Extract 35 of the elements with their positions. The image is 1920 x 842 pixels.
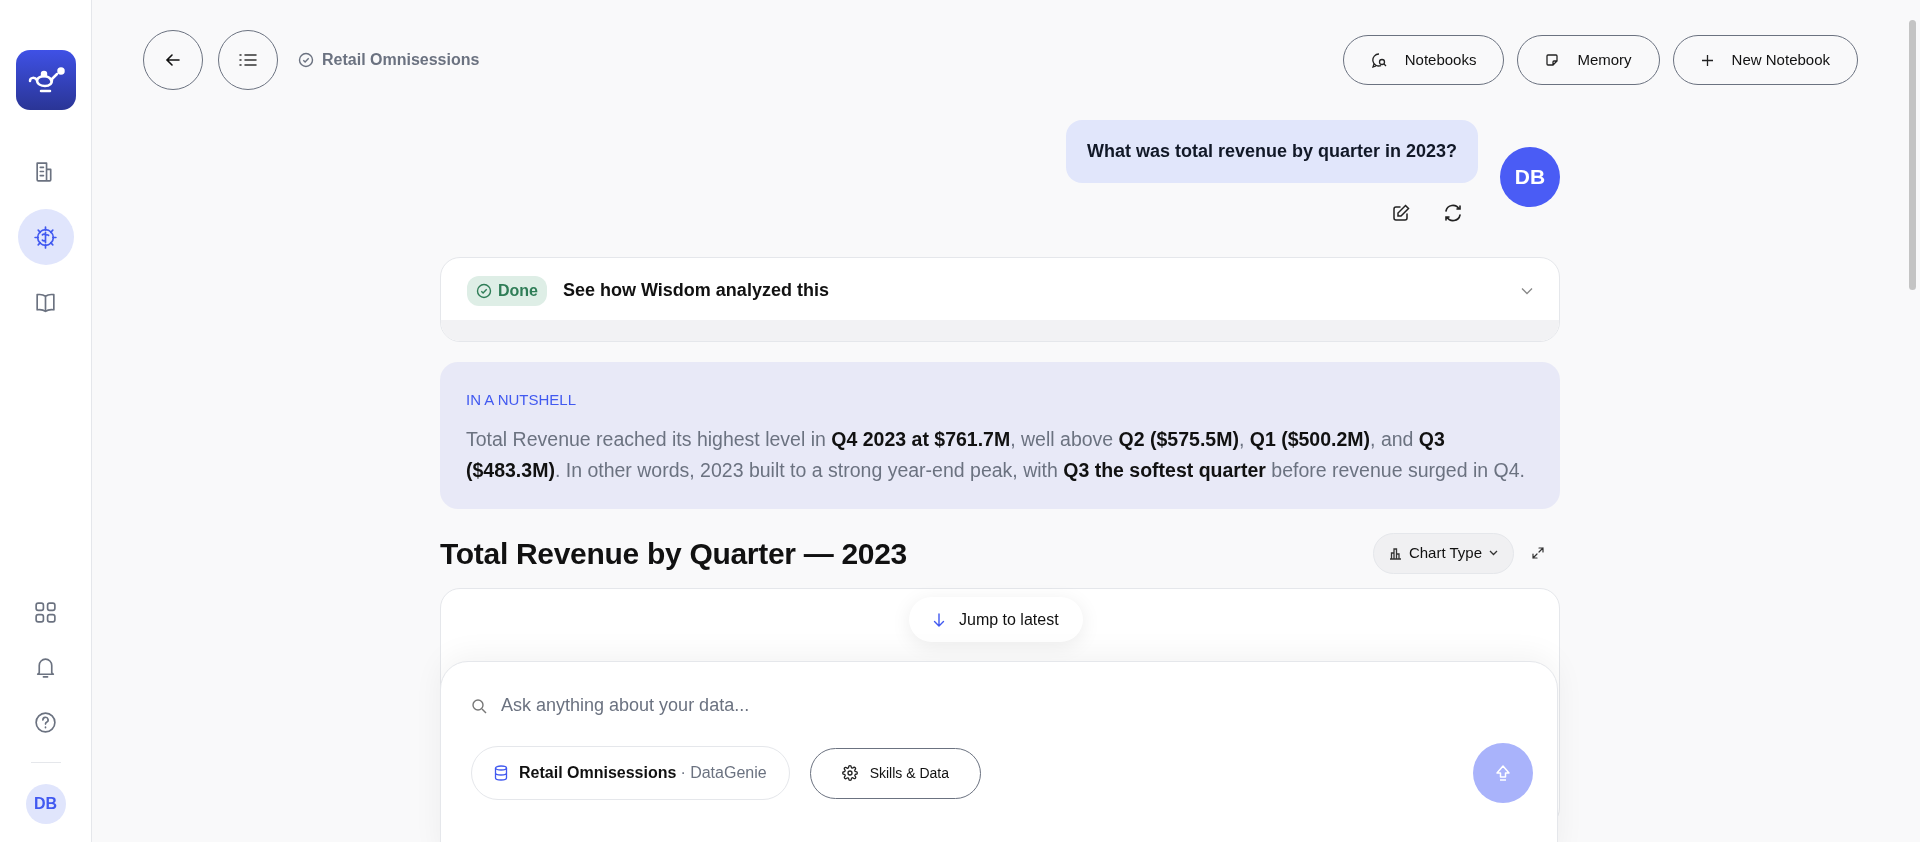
chevron-down-icon (1521, 286, 1533, 295)
edit-icon[interactable] (1391, 203, 1411, 223)
plus-icon (1700, 53, 1714, 67)
chat-search-icon (1370, 52, 1387, 68)
analysis-title: See how Wisdom analyzed this (563, 279, 829, 302)
status-badge: Done (467, 275, 547, 306)
expand-icon[interactable] (1532, 547, 1544, 559)
bar-chart-icon (1388, 546, 1402, 560)
header-button[interactable]: Memory (1517, 35, 1660, 85)
gear-icon (841, 765, 858, 781)
grid-icon[interactable] (33, 599, 58, 625)
down-arrow-icon (933, 612, 945, 627)
help-icon[interactable] (33, 709, 58, 735)
summary-heading: IN A NUTSHELL (466, 390, 578, 410)
user-avatar[interactable]: DB (25, 784, 66, 824)
chevron-down-icon (1489, 550, 1498, 556)
search-icon (471, 697, 487, 714)
jump-to-latest-button[interactable]: Jump to latest (909, 597, 1083, 642)
upload-icon (1494, 764, 1512, 782)
database-icon (494, 765, 508, 781)
chart-type-button[interactable]: Chart Type (1372, 532, 1514, 574)
notebook-title: Retail Omnisessions (322, 50, 480, 70)
question-bubble: What was total revenue by quarter in 2023? (1065, 120, 1478, 183)
list-icon (239, 53, 257, 67)
check-circle-icon (298, 52, 314, 68)
refresh-icon[interactable] (1443, 203, 1463, 223)
scrollbar[interactable] (1909, 20, 1916, 290)
chart-title: Total Revenue by Quarter — 2023 (440, 535, 907, 572)
check-circle-icon (476, 282, 492, 299)
analysis-card[interactable]: Done See how Wisdom analyzed this (440, 257, 1560, 342)
app-logo[interactable] (15, 50, 76, 110)
summary-text: Total Revenue reached its highest level in Q4 2023 at $761.7M, well above Q2 ($575.5M), Q1 ($500.2M), and Q3 ($483.3M). In other words, 2023 built to a strong year-end peak, with Q3 the softest quarter before revenue surged in Q4. (466, 426, 1526, 483)
note-icon (1545, 53, 1560, 67)
user-avatar: DB (1500, 147, 1560, 207)
question-input[interactable]: Ask anything about your data... (501, 692, 1527, 719)
